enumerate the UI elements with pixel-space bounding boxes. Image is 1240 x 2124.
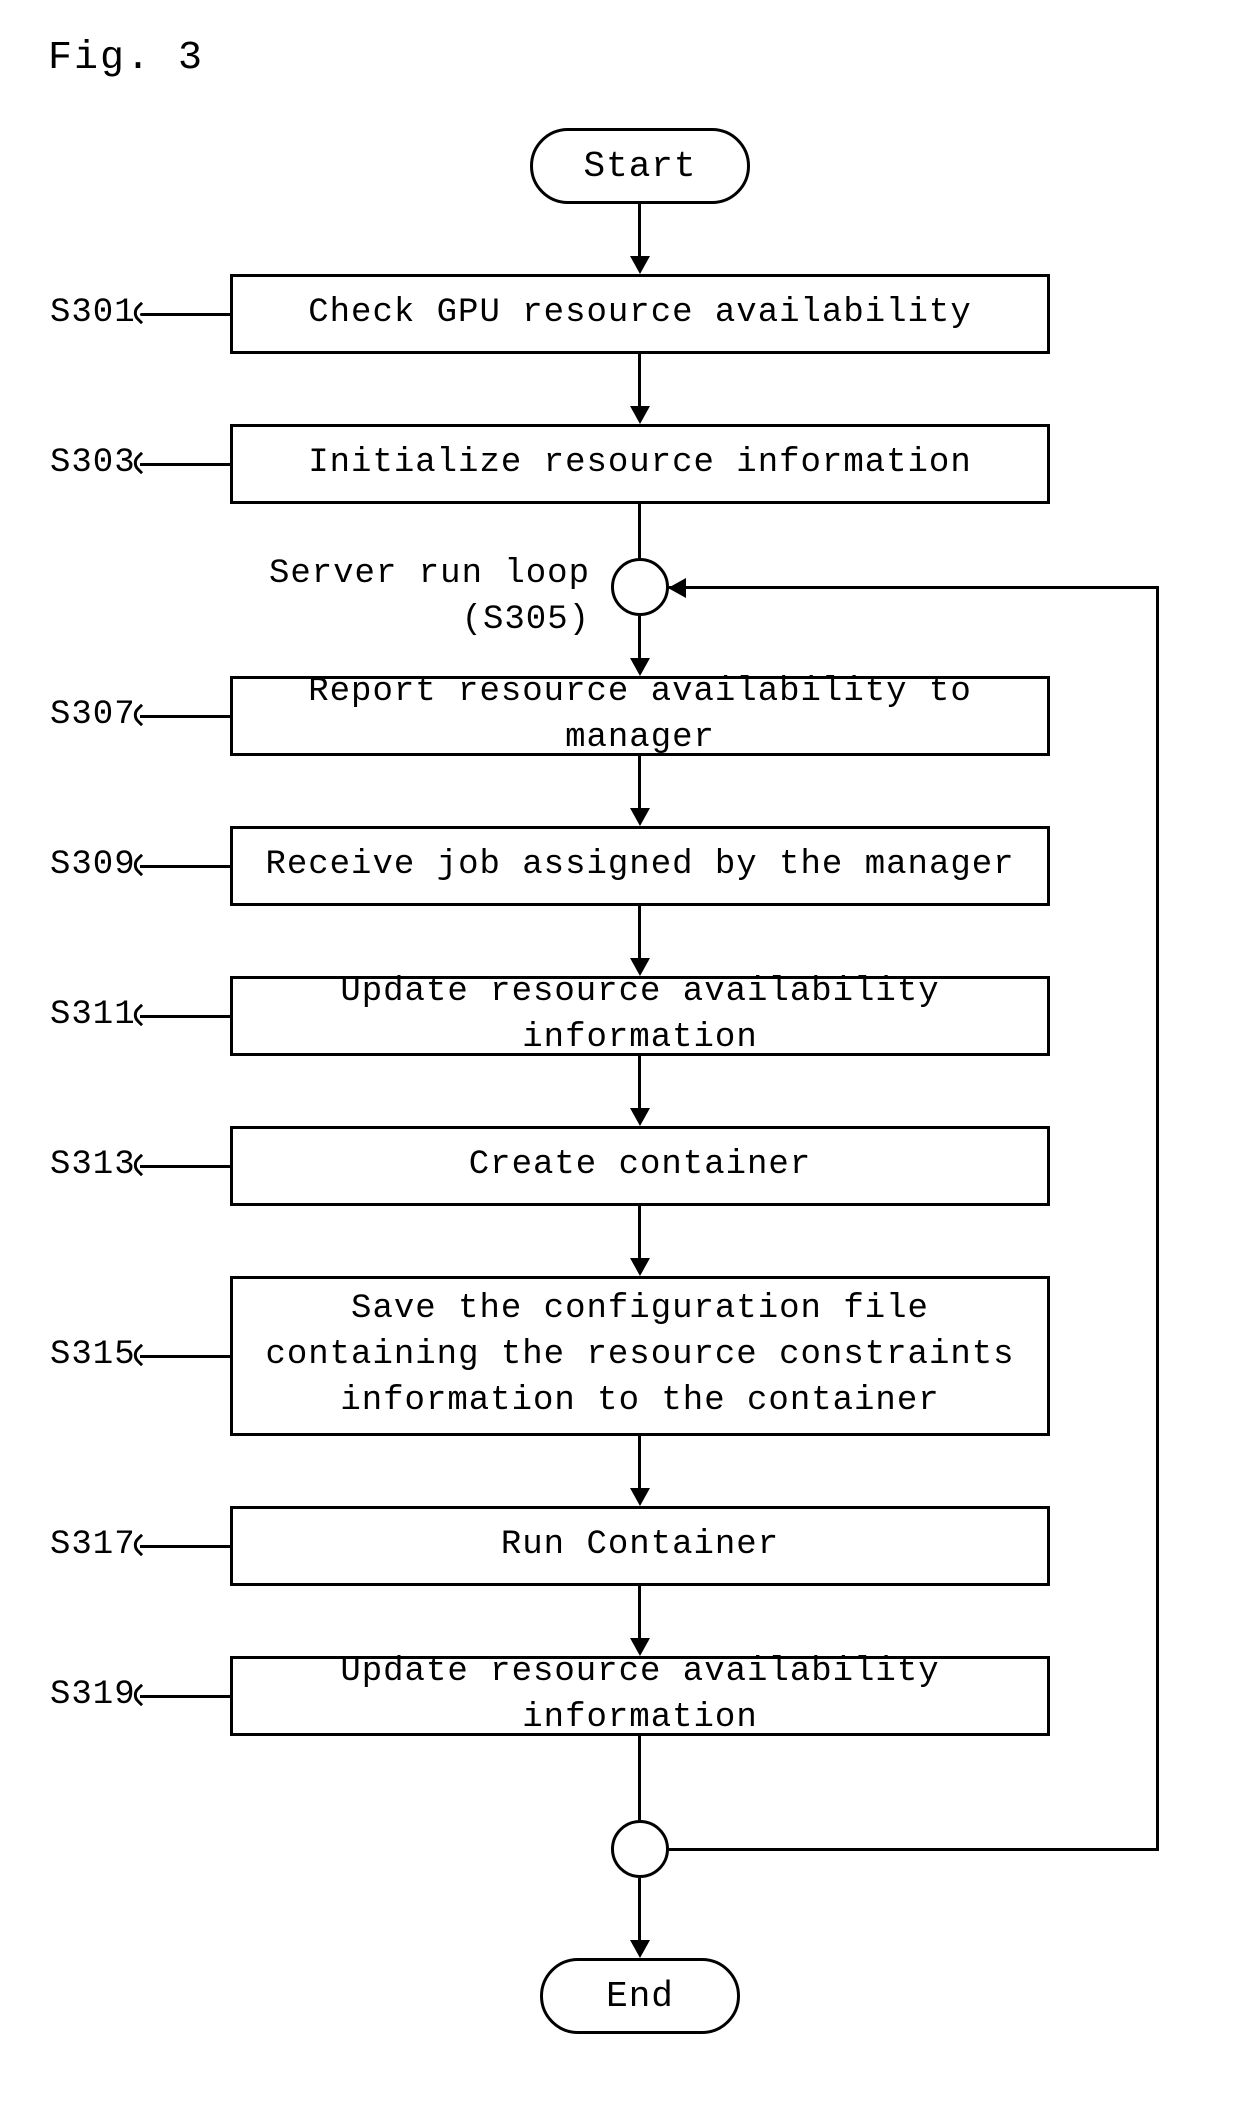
figure-label: Fig. 3 <box>48 36 204 81</box>
step-s309: Receive job assigned by the manager <box>230 826 1050 906</box>
arrow <box>638 1436 641 1490</box>
step-tag-s319: S319 <box>50 1676 136 1714</box>
feedback-line-v <box>1156 586 1159 1849</box>
arrow <box>638 1878 641 1942</box>
loop-connector-bottom <box>611 1820 669 1878</box>
arrow <box>638 204 641 258</box>
feedback-line-h-top <box>669 586 1159 589</box>
loop-label-line2: (S305) <box>462 601 590 639</box>
step-s301: Check GPU resource availability <box>230 274 1050 354</box>
step-s303: Initialize resource information <box>230 424 1050 504</box>
arrow <box>638 1206 641 1260</box>
step-tag-s303: S303 <box>50 444 136 482</box>
arrow <box>638 354 641 408</box>
step-tag-s313: S313 <box>50 1146 136 1184</box>
tick <box>140 1545 230 1548</box>
step-s319: Update resource availability information <box>230 1656 1050 1736</box>
tick <box>140 313 230 316</box>
tick <box>140 463 230 466</box>
step-tag-s311: S311 <box>50 996 136 1034</box>
step-s315: Save the configuration file containing t… <box>230 1276 1050 1436</box>
step-s317: Run Container <box>230 1506 1050 1586</box>
arrow <box>638 906 641 960</box>
step-s313: Create container <box>230 1126 1050 1206</box>
arrow-head <box>630 256 650 274</box>
tick <box>140 1695 230 1698</box>
tick <box>140 1015 230 1018</box>
loop-connector-top <box>611 558 669 616</box>
step-s307: Report resource availability to manager <box>230 676 1050 756</box>
tick <box>140 715 230 718</box>
arrow <box>638 1736 641 1820</box>
tick <box>140 1165 230 1168</box>
step-tag-s315: S315 <box>50 1336 136 1374</box>
loop-label: Server run loop (S305) <box>260 552 590 644</box>
start-terminal: Start <box>530 128 750 204</box>
step-tag-s307: S307 <box>50 696 136 734</box>
step-s311: Update resource availability information <box>230 976 1050 1056</box>
tick <box>140 865 230 868</box>
arrow-head <box>630 808 650 826</box>
arrow <box>638 616 641 660</box>
arrow-head <box>630 1488 650 1506</box>
arrow-head <box>630 1108 650 1126</box>
tick <box>140 1355 230 1358</box>
arrow <box>638 504 641 560</box>
arrow-head <box>630 406 650 424</box>
arrow <box>638 1586 641 1640</box>
step-tag-s317: S317 <box>50 1526 136 1564</box>
step-tag-s301: S301 <box>50 294 136 332</box>
arrow-head-left <box>668 578 686 598</box>
loop-label-line1: Server run loop <box>269 555 590 593</box>
arrow-head <box>630 1940 650 1958</box>
feedback-line-h-bottom <box>669 1848 1159 1851</box>
arrow <box>638 1056 641 1110</box>
end-terminal: End <box>540 1958 740 2034</box>
arrow-head <box>630 1258 650 1276</box>
step-tag-s309: S309 <box>50 846 136 884</box>
arrow <box>638 756 641 810</box>
